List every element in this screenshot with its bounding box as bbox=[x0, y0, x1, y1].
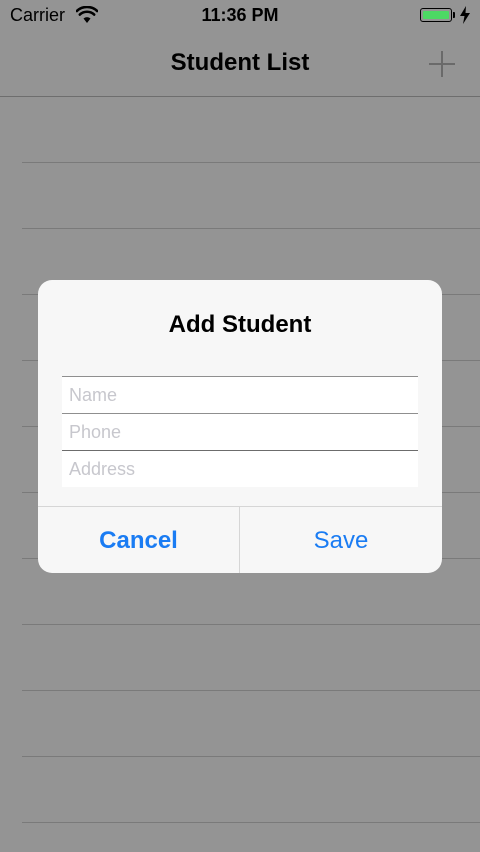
phone-field[interactable] bbox=[62, 413, 418, 450]
table-row bbox=[22, 97, 480, 163]
navigation-bar: Student List bbox=[0, 32, 480, 97]
battery-level bbox=[423, 11, 449, 19]
page-title: Student List bbox=[170, 49, 310, 76]
table-row bbox=[22, 691, 480, 757]
table-row bbox=[22, 757, 480, 823]
dialog-title: Add Student bbox=[168, 311, 312, 338]
status-bar: Carrier 11:36 PM bbox=[0, 0, 480, 32]
save-button[interactable]: Save bbox=[240, 507, 442, 573]
battery-icon bbox=[420, 8, 452, 22]
name-field[interactable] bbox=[62, 376, 418, 413]
charging-bolt-icon bbox=[460, 6, 470, 24]
cancel-button[interactable]: Cancel bbox=[38, 507, 240, 573]
address-field[interactable] bbox=[62, 450, 418, 487]
table-row bbox=[22, 163, 480, 229]
plus-icon[interactable] bbox=[424, 46, 460, 82]
clock-time: 11:36 PM bbox=[201, 5, 279, 25]
dialog-fields bbox=[62, 376, 418, 487]
table-row bbox=[22, 625, 480, 691]
battery-cap bbox=[453, 12, 455, 18]
add-student-dialog: Add Student Cancel Save bbox=[38, 280, 442, 573]
dialog-actions: Cancel Save bbox=[38, 506, 442, 573]
